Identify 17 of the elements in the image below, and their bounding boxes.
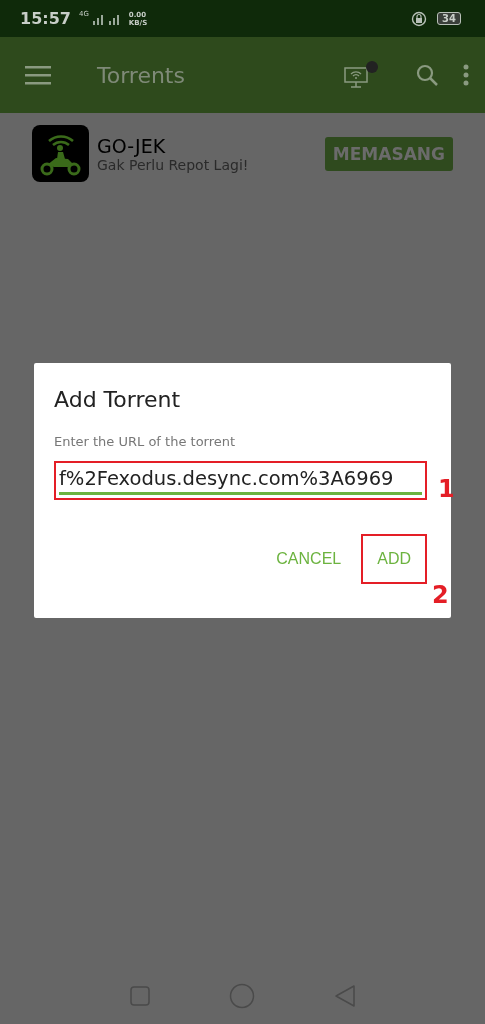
field-label: Enter the URL of the torrent	[54, 434, 237, 449]
dialog-button[interactable]: CANCEL	[268, 540, 350, 578]
search-icon[interactable]	[415, 63, 439, 87]
monitor-wifi-icon[interactable]	[343, 60, 379, 90]
app-name: GO-JEK	[97, 134, 167, 157]
app-tagline: Gak Perlu Repot Lagi!	[97, 156, 249, 173]
rotation-lock-icon	[411, 10, 428, 27]
status-time: 15:57	[20, 9, 71, 28]
battery-indicator: 34	[437, 12, 461, 25]
menu-icon[interactable]	[25, 65, 51, 85]
dialog-button[interactable]: ADD	[369, 540, 419, 578]
annotation-number: 2	[432, 581, 449, 609]
install-button[interactable]: MEMASANG	[324, 136, 453, 171]
more-options-icon[interactable]	[463, 64, 469, 86]
dialog-title: Add Torrent	[54, 387, 182, 412]
app-title: Torrents	[97, 62, 185, 88]
app-logo-icon	[32, 125, 89, 182]
